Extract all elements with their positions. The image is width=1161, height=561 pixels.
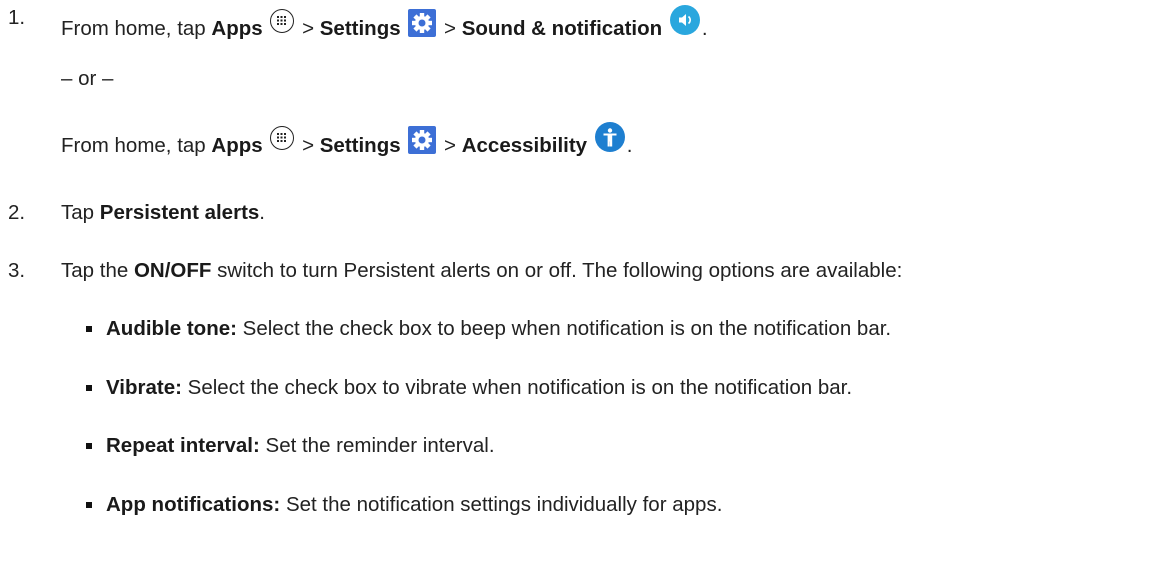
alt-text: From home, tap Apps > Settings > Accessi…	[61, 122, 632, 159]
sound-notification-icon	[669, 5, 700, 35]
step-number: 1.	[8, 6, 26, 29]
persistent-alerts-label: Persistent alerts	[99, 201, 260, 224]
option-desc: Set the reminder interval.	[265, 434, 495, 457]
accessibility-icon	[594, 122, 625, 152]
option-term: Audible tone:	[106, 317, 237, 340]
option-desc: Select the check box to beep when notifi…	[242, 317, 892, 340]
apps-icon	[270, 126, 295, 150]
accessibility-label: Accessibility	[461, 134, 588, 157]
sound-label: Sound & notification	[461, 17, 663, 40]
apps-icon	[270, 9, 295, 33]
apps-label: Apps	[211, 17, 263, 40]
separator: >	[444, 17, 457, 40]
option-desc: Set the notification settings individual…	[285, 493, 723, 516]
option-term: App notifications:	[106, 493, 281, 516]
separator: >	[302, 17, 315, 40]
bullet-icon	[86, 502, 92, 508]
option-term: Repeat interval:	[106, 434, 260, 457]
step-number: 2.	[8, 201, 26, 224]
option-desc: Select the check box to vibrate when not…	[187, 376, 853, 399]
step-number: 3.	[8, 259, 26, 282]
step-1-text: From home, tap Apps > Settings > Sound &…	[61, 5, 708, 42]
bullet-icon	[86, 385, 92, 391]
apps-label: Apps	[211, 134, 263, 157]
option-term: Vibrate:	[106, 376, 182, 399]
settings-label: Settings	[319, 17, 401, 40]
settings-label: Settings	[319, 134, 401, 157]
settings-gear-icon	[408, 126, 437, 154]
step-1-prefix: From home, tap	[61, 17, 206, 40]
bullet-icon	[86, 326, 92, 332]
settings-gear-icon	[408, 9, 437, 37]
bullet-icon	[86, 443, 92, 449]
on-off-label: ON/OFF	[133, 259, 212, 282]
